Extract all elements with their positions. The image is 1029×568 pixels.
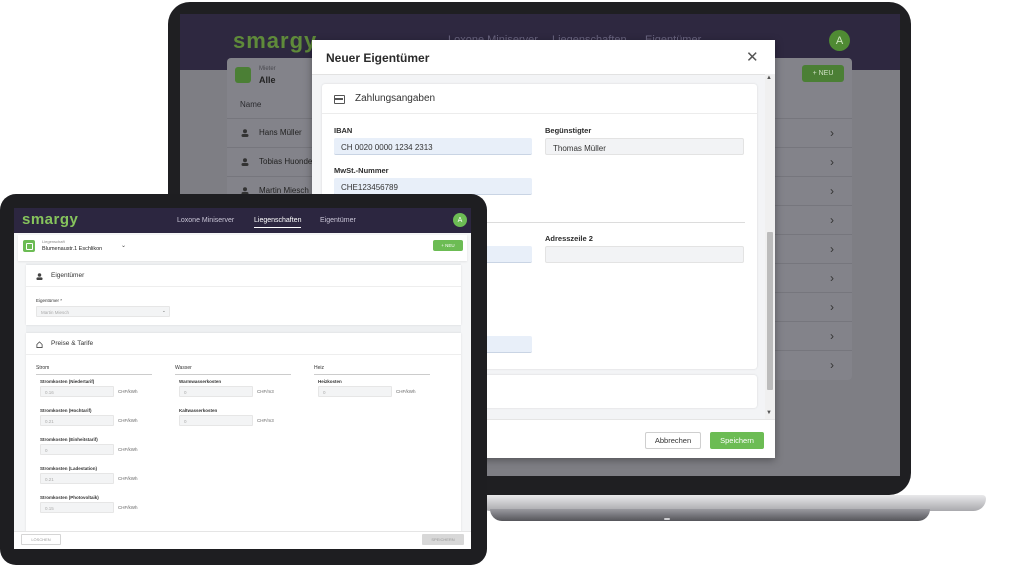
- home-icon: [23, 240, 35, 252]
- payment-section-header: Zahlungsangaben: [322, 84, 757, 114]
- owner-field-label: Eigentümer *: [36, 298, 63, 303]
- laptop-column-name: Name: [240, 100, 262, 109]
- laptop-new-button[interactable]: + NEU: [802, 65, 844, 82]
- save-button[interactable]: Speichern: [710, 432, 764, 449]
- scroll-up-icon[interactable]: ▲: [766, 75, 772, 81]
- strom-input[interactable]: 0.21: [40, 473, 114, 484]
- strom-label: Stromkosten (Einheitstarif): [40, 437, 98, 442]
- strom-column-header: Strom: [36, 365, 152, 375]
- credit-card-icon: [334, 95, 345, 104]
- chevron-right-icon: ›: [830, 213, 834, 227]
- chevron-right-icon: ›: [830, 126, 834, 140]
- heiz-label: Heizkosten: [318, 379, 342, 384]
- chevron-right-icon: ›: [830, 271, 834, 285]
- strom-input[interactable]: 0.15: [40, 502, 114, 513]
- house-icon: [36, 341, 43, 348]
- wasser-unit: CHF/m3: [257, 389, 274, 394]
- strom-input[interactable]: 0.21: [40, 415, 114, 426]
- strom-unit: CHF/kWh: [118, 389, 138, 394]
- tablet-nav-eigentuemer[interactable]: Eigentümer: [320, 217, 356, 224]
- owner-name: Tobias Huonder: [259, 157, 316, 166]
- modal-scrollbar[interactable]: ▲ ▼: [765, 74, 775, 419]
- owner-section-title: Eigentümer: [51, 272, 85, 279]
- person-icon: [36, 273, 43, 280]
- modal-title: Neuer Eigentümer: [326, 51, 430, 65]
- strom-label: Stromkosten (Photovoltaik): [40, 495, 99, 500]
- tablet-avatar[interactable]: A: [453, 213, 467, 227]
- wasser-label: Warmwasserkosten: [179, 379, 222, 384]
- tablet-footer: [14, 531, 471, 549]
- iban-field[interactable]: CH 0020 0000 1234 2313: [334, 138, 532, 155]
- tablet-nav-liegenschaften[interactable]: Liegenschaften: [254, 217, 302, 228]
- strom-input[interactable]: 0.16: [40, 386, 114, 397]
- owner-name: Hans Müller: [259, 128, 302, 137]
- chevron-right-icon: ›: [830, 184, 834, 198]
- vat-label: MwSt.-Nummer: [334, 166, 389, 175]
- heiz-unit: CHF/kWh: [396, 389, 416, 394]
- strom-input[interactable]: 0: [40, 444, 114, 455]
- wasser-input[interactable]: 0: [179, 386, 253, 397]
- laptop-filter-label: Mieter: [259, 66, 276, 72]
- cancel-button[interactable]: Abbrechen: [645, 432, 701, 449]
- prices-section-title: Preise & Tarife: [51, 340, 94, 347]
- property-bar: Liegenschaft Blumenaustr.1 Eschlikon ⌄ +…: [18, 235, 467, 261]
- tablet-new-button[interactable]: + NEU: [433, 240, 463, 251]
- vat-field[interactable]: CHE123456789: [334, 178, 532, 195]
- heiz-column-header: Heiz: [314, 365, 430, 375]
- laptop-foot: [490, 509, 930, 521]
- property-label: Liegenschaft: [42, 239, 65, 244]
- chevron-down-icon[interactable]: ⌄: [121, 242, 126, 249]
- strom-unit: CHF/kWh: [118, 447, 138, 452]
- beneficiary-label: Begünstigter: [545, 126, 592, 135]
- chevron-right-icon: ›: [830, 155, 834, 169]
- strom-label: Stromkosten (Niedertarif): [40, 379, 95, 384]
- chevron-right-icon: ›: [830, 358, 834, 372]
- laptop-logo: smargy: [233, 28, 318, 53]
- person-icon: [241, 129, 249, 137]
- chevron-down-icon[interactable]: ⌄: [162, 308, 166, 314]
- address2-label: Adresszeile 2: [545, 234, 593, 243]
- beneficiary-field[interactable]: Thomas Müller: [545, 138, 744, 155]
- person-icon: [241, 158, 249, 166]
- close-icon[interactable]: ✕: [746, 48, 759, 66]
- scrollbar-thumb[interactable]: [767, 232, 773, 390]
- tablet-logo: smargy: [22, 211, 79, 228]
- chevron-right-icon: ›: [830, 242, 834, 256]
- laptop-avatar[interactable]: A: [829, 30, 850, 51]
- strom-label: Stromkosten (Ladestation): [40, 466, 98, 471]
- wasser-column-header: Wasser: [175, 365, 291, 375]
- address2-field[interactable]: [545, 246, 744, 263]
- strom-unit: CHF/kWh: [118, 505, 138, 510]
- wasser-input[interactable]: 0: [179, 415, 253, 426]
- wasser-unit: CHF/m3: [257, 418, 274, 423]
- prices-card-header: Preise & Tarife: [26, 333, 461, 355]
- tablet-save-button[interactable]: SPEICHERN: [422, 534, 464, 545]
- property-select[interactable]: Blumenaustr.1 Eschlikon: [42, 246, 102, 252]
- payment-section-title: Zahlungsangaben: [355, 93, 436, 104]
- tablet-nav-loxone[interactable]: Loxone Miniserver: [177, 217, 234, 224]
- strom-label: Stromkosten (Hochtarif): [40, 408, 92, 413]
- tablet-top-nav: smargy Loxone Miniserver Liegenschaften …: [14, 208, 471, 233]
- heiz-input[interactable]: 0: [318, 386, 392, 397]
- prices-card: Preise & Tarife Strom Wasser Heiz Stromk…: [26, 333, 461, 533]
- chevron-right-icon: ›: [830, 300, 834, 314]
- laptop-filter-value[interactable]: Alle: [259, 75, 276, 85]
- owner-select[interactable]: Martin Miesch: [36, 306, 170, 317]
- owner-card: Eigentümer Eigentümer * Martin Miesch ⌄: [26, 265, 461, 325]
- delete-button[interactable]: LÖSCHEN: [21, 534, 61, 545]
- owner-card-header: Eigentümer: [26, 265, 461, 287]
- laptop-notch: [664, 518, 670, 520]
- tablet-screen: smargy Loxone Miniserver Liegenschaften …: [14, 208, 471, 549]
- iban-label: IBAN: [334, 126, 353, 135]
- strom-unit: CHF/kWh: [118, 476, 138, 481]
- home-icon: [235, 67, 251, 83]
- wasser-label: Kaltwasserkosten: [179, 408, 218, 413]
- scroll-down-icon[interactable]: ▼: [766, 410, 772, 416]
- strom-unit: CHF/kWh: [118, 418, 138, 423]
- chevron-right-icon: ›: [830, 329, 834, 343]
